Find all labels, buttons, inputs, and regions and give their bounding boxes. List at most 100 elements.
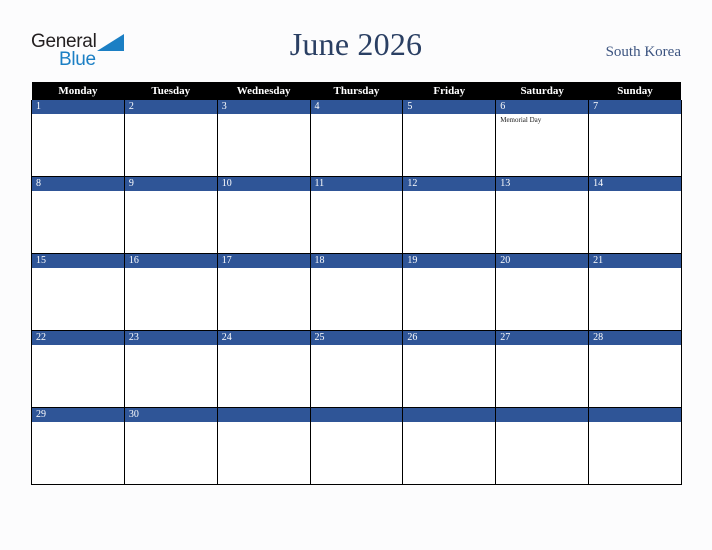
calendar-day-cell[interactable]: 9 [123, 176, 218, 254]
calendar-day-cell[interactable]: 24 [216, 330, 311, 408]
calendar-day-cell[interactable]: 5 [402, 100, 497, 177]
calendar-day-cell[interactable]: 13 [495, 176, 590, 254]
day-number: 20 [496, 254, 589, 268]
day-cell-content: 26 [403, 331, 496, 407]
calendar-day-cell[interactable]: 28 [588, 330, 682, 408]
day-events [311, 191, 403, 193]
day-events [403, 268, 495, 270]
day-cell-content: 1 [32, 100, 124, 176]
day-cell-content: 10 [217, 177, 310, 253]
day-cell-content: 8 [32, 177, 124, 253]
day-cell-content: 15 [32, 254, 124, 330]
weekday-header-sunday: Sunday [588, 82, 682, 100]
day-cell-content: 17 [217, 254, 310, 330]
day-events [125, 345, 217, 347]
calendar-day-cell[interactable]: 3 [216, 100, 311, 177]
calendar-day-cell[interactable]: 14 [588, 176, 682, 254]
day-number: 18 [310, 254, 403, 268]
calendar-day-cell[interactable]: 12 [402, 176, 497, 254]
calendar-day-cell[interactable]: 19 [402, 253, 497, 331]
day-number: 7 [589, 100, 681, 114]
day-events [32, 422, 124, 424]
weekday-header-row: Monday Tuesday Wednesday Thursday Friday Satu… [31, 82, 682, 100]
day-events [125, 268, 217, 270]
day-events [589, 114, 681, 116]
day-events [403, 422, 495, 424]
day-number: 6 [496, 100, 589, 114]
day-events [125, 422, 217, 424]
day-number: 27 [496, 331, 589, 345]
day-events [218, 268, 310, 270]
day-events [218, 191, 310, 193]
day-cell-content: 5 [403, 100, 496, 176]
calendar-day-cell[interactable]: 26 [402, 330, 497, 408]
calendar-grid-wrapper: Monday Tuesday Wednesday Thursday Friday Satu… [31, 82, 682, 485]
calendar-header-row-group: Monday Tuesday Wednesday Thursday Friday Satu… [31, 82, 682, 100]
calendar-day-cell[interactable]: 29 [31, 407, 125, 485]
calendar-table: Monday Tuesday Wednesday Thursday Friday Satu… [31, 82, 682, 485]
calendar-empty-cell[interactable] [588, 407, 682, 485]
calendar-day-cell[interactable]: 15 [31, 253, 125, 331]
day-cell-content: 16 [124, 254, 217, 330]
calendar-day-cell[interactable]: 22 [31, 330, 125, 408]
calendar-day-cell[interactable]: 16 [123, 253, 218, 331]
calendar-day-cell[interactable]: 11 [309, 176, 404, 254]
country-label: South Korea [605, 44, 681, 60]
calendar-week-row: 1 2 3 4 5 6 Memorial Day 7 [31, 100, 682, 177]
day-number: 2 [124, 100, 217, 114]
day-cell-content: 19 [403, 254, 496, 330]
calendar-empty-cell[interactable] [402, 407, 497, 485]
calendar-day-cell[interactable]: 1 [31, 100, 125, 177]
day-events [496, 191, 588, 193]
calendar-day-cell[interactable]: 7 [588, 100, 682, 177]
day-events [218, 114, 310, 116]
calendar-day-cell[interactable]: 23 [123, 330, 218, 408]
calendar-week-row: 22 23 24 25 26 27 28 [31, 330, 682, 408]
day-cell-content: 3 [217, 100, 310, 176]
day-number [589, 408, 681, 422]
calendar-empty-cell[interactable] [216, 407, 311, 485]
day-cell-content: 20 [496, 254, 589, 330]
weekday-header-saturday: Saturday [495, 82, 589, 100]
day-events [496, 422, 588, 424]
day-events [125, 191, 217, 193]
day-cell-content: 4 [310, 100, 403, 176]
calendar-day-cell[interactable]: 8 [31, 176, 125, 254]
day-cell-content: 6 Memorial Day [496, 100, 589, 176]
day-events [496, 268, 588, 270]
calendar-body: 1 2 3 4 5 6 Memorial Day 7 8 9 10 11 12 13 14 15 16 17 18 1… [31, 100, 682, 485]
day-events [311, 114, 403, 116]
calendar-day-cell[interactable]: 21 [588, 253, 682, 331]
day-number: 28 [589, 331, 681, 345]
day-events [496, 345, 588, 347]
day-number: 1 [32, 100, 124, 114]
day-events [589, 345, 681, 347]
calendar-day-cell[interactable]: 10 [216, 176, 311, 254]
calendar-day-cell[interactable]: 4 [309, 100, 404, 177]
day-number: 25 [310, 331, 403, 345]
day-events: Memorial Day [496, 114, 588, 125]
day-number: 29 [32, 408, 124, 422]
day-number [496, 408, 589, 422]
day-number: 14 [589, 177, 681, 191]
day-number: 22 [32, 331, 124, 345]
calendar-day-cell[interactable]: 30 [123, 407, 218, 485]
calendar-day-cell[interactable]: 17 [216, 253, 311, 331]
calendar-empty-cell[interactable] [309, 407, 404, 485]
calendar-day-cell[interactable]: 6 Memorial Day [495, 100, 590, 177]
day-events [403, 345, 495, 347]
day-events [589, 268, 681, 270]
calendar-day-cell[interactable]: 20 [495, 253, 590, 331]
day-number [310, 408, 403, 422]
day-cell-content: 18 [310, 254, 403, 330]
day-cell-content: 29 [32, 408, 124, 484]
calendar-day-cell[interactable]: 25 [309, 330, 404, 408]
day-number: 11 [310, 177, 403, 191]
calendar-day-cell[interactable]: 18 [309, 253, 404, 331]
weekday-header-monday: Monday [31, 82, 125, 100]
calendar-day-cell[interactable]: 2 [123, 100, 218, 177]
calendar-day-cell[interactable]: 27 [495, 330, 590, 408]
day-number: 13 [496, 177, 589, 191]
day-cell-content: 21 [589, 254, 681, 330]
calendar-empty-cell[interactable] [495, 407, 590, 485]
